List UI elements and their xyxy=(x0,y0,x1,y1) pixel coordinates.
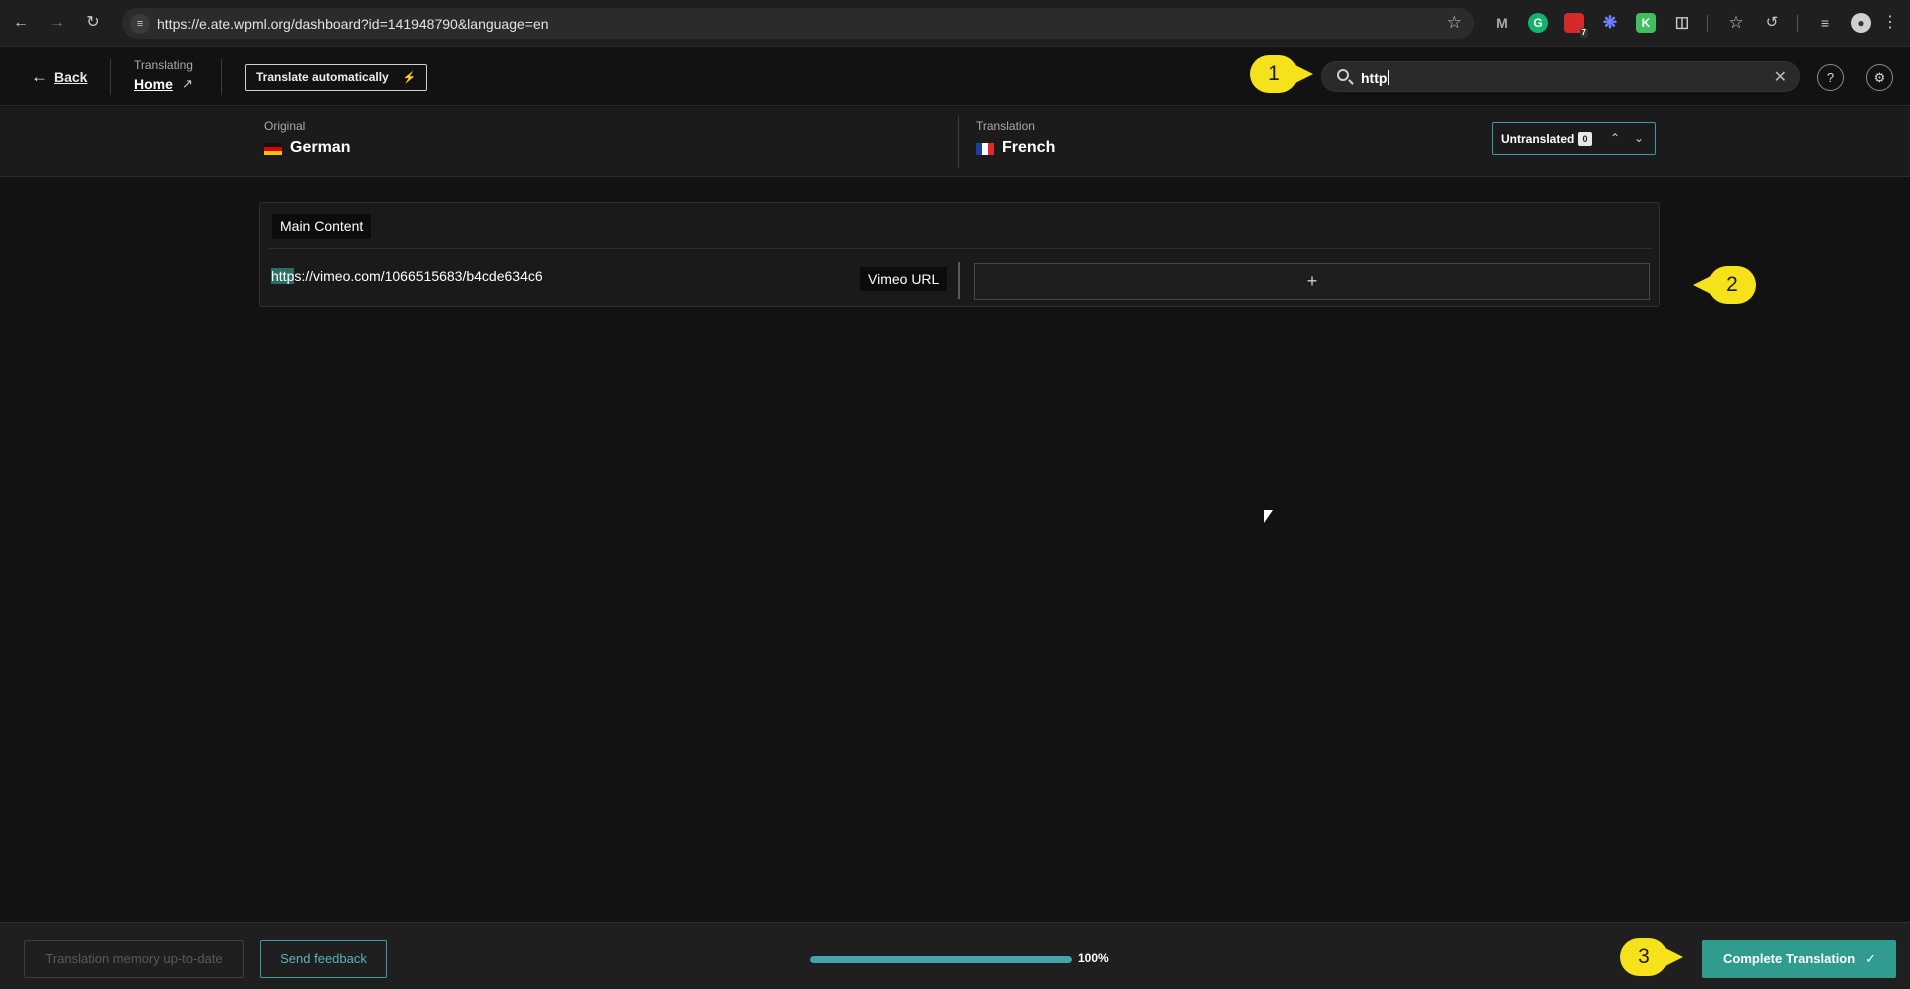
translation-memory-button[interactable]: Translation memory up-to-date xyxy=(24,940,244,978)
progress-bar-fill xyxy=(810,956,1072,963)
untranslated-label: Untranslated xyxy=(1501,132,1575,146)
complete-translation-label: Complete Translation xyxy=(1723,951,1856,966)
french-flag-icon xyxy=(976,143,994,155)
translation-label: Translation xyxy=(976,119,1035,133)
annotation-callout-1: 1 xyxy=(1250,55,1313,93)
search-highlight: http xyxy=(271,268,295,284)
language-divider xyxy=(958,116,959,168)
translate-automatically-label: Translate automatically xyxy=(256,70,389,84)
back-arrow-icon: ← xyxy=(31,67,48,86)
complete-translation-button[interactable]: Complete Translation ✓ xyxy=(1702,940,1896,978)
puzzle-extensions-icon[interactable]: ◫ xyxy=(1672,13,1692,33)
help-icon[interactable]: ? xyxy=(1817,64,1844,91)
search-value[interactable]: http xyxy=(1361,70,1390,86)
original-language-name: German xyxy=(290,139,351,156)
mouse-pointer-icon xyxy=(1264,510,1273,523)
translation-language-name: French xyxy=(1002,139,1056,156)
browser-reload-icon[interactable]: ↻ xyxy=(82,12,104,34)
search-icon xyxy=(1337,69,1349,81)
address-url[interactable]: https://e.ate.wpml.org/dashboard?id=1419… xyxy=(157,16,549,32)
annotation-callout-2: 2 xyxy=(1693,266,1756,304)
search-input[interactable]: http ✕ xyxy=(1321,61,1800,92)
source-segment[interactable]: https://vimeo.com/1066515683/b4cde634c6 xyxy=(271,268,543,284)
k-extension-icon[interactable]: K xyxy=(1636,13,1656,33)
translating-label: Translating xyxy=(134,58,193,72)
address-bar[interactable]: ≡ https://e.ate.wpml.org/dashboard?id=14… xyxy=(122,8,1474,39)
browser-forward-icon[interactable]: → xyxy=(46,12,68,34)
toolbar-separator-2 xyxy=(1797,15,1798,32)
editor-header: ← Back Translating Home ↗ Translate autom… xyxy=(0,47,1910,106)
browser-back-icon[interactable]: ← xyxy=(10,12,32,34)
chevron-down-icon[interactable]: ⌄ xyxy=(1629,128,1649,149)
header-divider xyxy=(110,59,111,95)
bookmarks-star-icon[interactable]: ☆ xyxy=(1726,13,1746,33)
source-segment-text: s://vimeo.com/1066515683/b4cde634c6 xyxy=(294,268,543,284)
field-type-tag: Vimeo URL xyxy=(860,267,948,291)
media-control-icon[interactable]: ≡ xyxy=(1815,13,1835,33)
progress-percent: 100% xyxy=(1078,951,1109,965)
translate-automatically-button[interactable]: Translate automatically ⚡ xyxy=(245,64,428,91)
language-bar: Original German Translation French Untra… xyxy=(0,107,1910,177)
bookmark-star-icon[interactable]: ☆ xyxy=(1447,13,1462,33)
untranslated-filter[interactable]: Untranslated 0 ⌃ ⌄ xyxy=(1492,122,1656,155)
toolbar-separator xyxy=(1707,15,1708,32)
malwarebytes-extension-icon[interactable]: M xyxy=(1492,13,1512,33)
history-icon[interactable]: ↺ xyxy=(1762,13,1782,33)
original-label: Original xyxy=(264,119,306,133)
annotation-callout-3: 3 xyxy=(1620,938,1683,976)
untranslated-count-badge: 0 xyxy=(1578,132,1592,146)
extension-badge: 7 xyxy=(1579,28,1588,38)
section-divider xyxy=(269,248,1652,249)
main-content-section: Main Content https://vimeo.com/106651568… xyxy=(259,202,1660,307)
send-feedback-button[interactable]: Send feedback xyxy=(260,940,387,978)
browser-menu-icon[interactable]: ⋮ xyxy=(1880,13,1900,33)
external-link-icon[interactable]: ↗ xyxy=(182,76,193,92)
chevron-up-icon[interactable]: ⌃ xyxy=(1605,128,1625,149)
add-translation-button[interactable]: + xyxy=(974,263,1650,300)
search-query: http xyxy=(1361,70,1388,86)
check-icon: ✓ xyxy=(1865,951,1876,966)
gear-extension-icon[interactable]: ❋ xyxy=(1600,13,1620,33)
section-title: Main Content xyxy=(272,214,372,239)
page-name-link[interactable]: Home xyxy=(134,76,173,92)
clear-search-icon[interactable]: ✕ xyxy=(1774,67,1787,87)
lightning-icon: ⚡ xyxy=(402,72,417,84)
editor-footer: Translation memory up-to-date Send feedb… xyxy=(0,922,1910,989)
site-info-icon[interactable]: ≡ xyxy=(130,14,150,34)
german-flag-icon xyxy=(264,143,282,155)
back-button[interactable]: ← Back xyxy=(31,67,87,87)
grammarly-extension-icon[interactable]: G xyxy=(1528,13,1548,33)
settings-gear-icon[interactable]: ⚙ xyxy=(1866,64,1893,91)
header-divider-2 xyxy=(221,59,222,95)
profile-avatar[interactable]: ● xyxy=(1851,13,1871,33)
browser-toolbar: ← → ↻ ≡ https://e.ate.wpml.org/dashboard… xyxy=(0,0,1910,47)
progress-bar xyxy=(810,956,1072,963)
column-divider xyxy=(958,262,960,299)
red-extension-icon[interactable]: 7 xyxy=(1564,13,1588,38)
text-caret xyxy=(1388,70,1390,85)
back-label: Back xyxy=(54,69,88,85)
